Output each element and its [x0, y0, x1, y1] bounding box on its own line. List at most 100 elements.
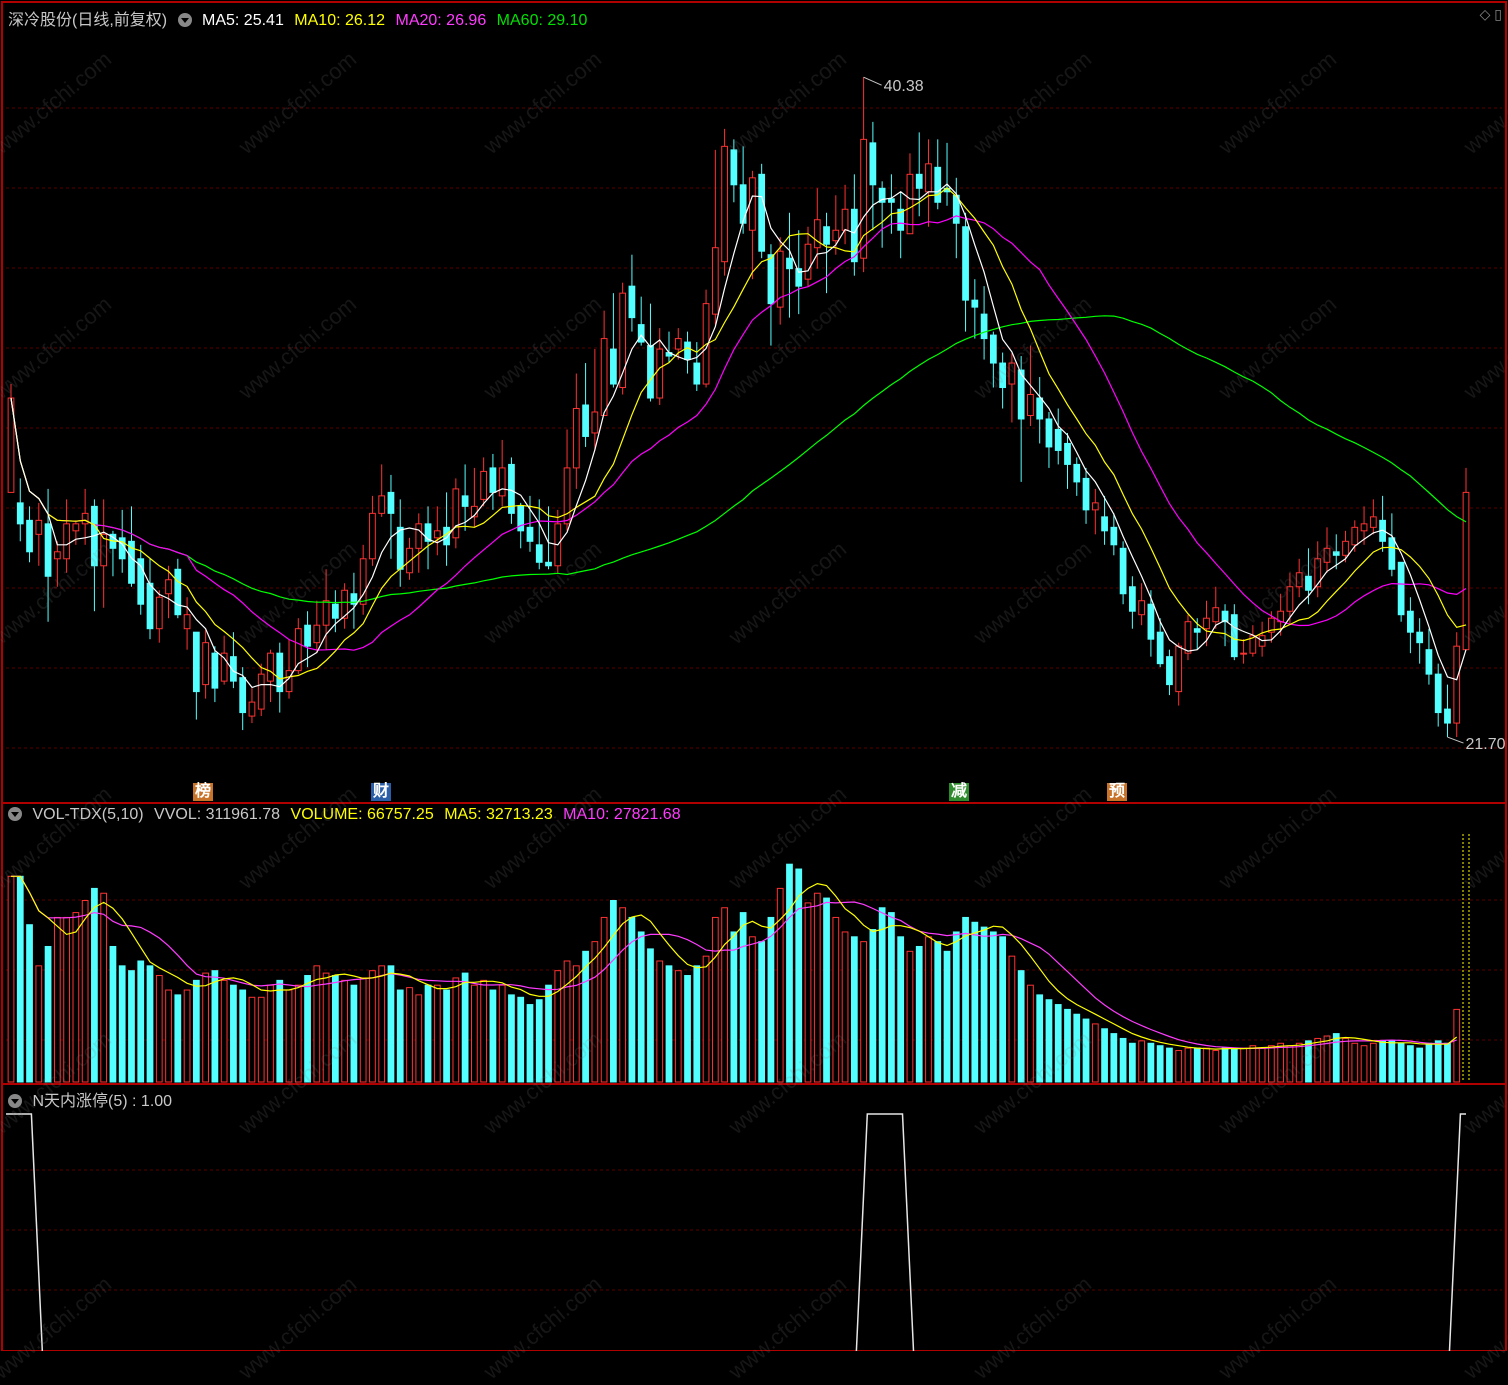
candle-down — [535, 544, 543, 563]
dropdown-icon[interactable] — [8, 1094, 22, 1108]
volume-bar-down — [26, 924, 33, 1083]
candle-down — [1397, 561, 1405, 616]
candle-up — [832, 229, 840, 242]
volume-bar-up — [1240, 1047, 1247, 1083]
candle-down — [693, 362, 701, 385]
volume-bar-up — [72, 912, 80, 1083]
volume-bar-down — [239, 989, 247, 1083]
candle-down — [304, 624, 311, 647]
volume-bar-up — [572, 965, 580, 1083]
volume-bar-down — [1082, 1018, 1090, 1083]
volume-bar-down — [1434, 1040, 1442, 1083]
candle-up — [591, 411, 599, 434]
candle-down — [1230, 614, 1238, 658]
volume-bar-up — [804, 902, 812, 1083]
candle-up — [1462, 491, 1470, 651]
volume-bar-down — [730, 931, 738, 1083]
diamond-icon[interactable]: ◇ — [1480, 6, 1491, 22]
candle-down — [1425, 649, 1433, 675]
volume-bar-up — [1295, 1042, 1303, 1083]
candle-up — [313, 624, 321, 644]
candle-up — [656, 348, 664, 399]
tag-bang[interactable]: 榜 — [193, 783, 214, 801]
candle-up — [248, 701, 256, 717]
volume-bar-down — [795, 868, 803, 1083]
candle-down — [174, 568, 182, 616]
candle-down — [1054, 428, 1062, 451]
candle-up — [378, 495, 386, 514]
candle-down — [146, 582, 154, 630]
tag-cai[interactable]: 财 — [371, 783, 392, 801]
candle-down — [1147, 603, 1155, 640]
volume-bar-down — [1119, 1037, 1127, 1083]
candle-up — [322, 600, 330, 626]
volume-bar-down — [1054, 1004, 1062, 1083]
volume-bar-up — [406, 987, 413, 1083]
volume-bar-up — [1351, 1042, 1359, 1083]
candle-up — [183, 614, 191, 630]
volume-bar-down — [739, 912, 747, 1083]
volume-bar-down — [146, 965, 154, 1083]
volume-bar-down — [174, 994, 182, 1083]
volume-bar-down — [16, 875, 24, 1083]
indicator-name: N天内涨停(5) — [32, 1093, 128, 1110]
volume-bar-up — [369, 970, 376, 1083]
volume-bar-down — [545, 984, 552, 1083]
volume-bar-up — [832, 916, 840, 1083]
candle-up — [452, 488, 460, 539]
candle-down — [1332, 551, 1340, 556]
volume-bar-up — [563, 960, 571, 1083]
volume-bar-down — [1017, 970, 1025, 1083]
volume-bar-down — [980, 926, 988, 1083]
candle-down — [1045, 418, 1053, 448]
volume-bar-down — [91, 887, 98, 1083]
limit-up-indicator-line — [6, 1113, 1466, 1351]
volume-bar-up — [378, 965, 386, 1083]
candle-up — [1295, 572, 1303, 588]
volume-bar-up — [1360, 1045, 1368, 1083]
volume-bar-up — [471, 984, 478, 1083]
candle-down — [1444, 708, 1451, 724]
volume-bar-up — [480, 979, 488, 1083]
volume-bar-up — [1277, 1042, 1285, 1083]
tag-yu[interactable]: 预 — [1107, 783, 1128, 801]
candle-up — [1184, 621, 1192, 654]
volume-bar-up — [1212, 1050, 1220, 1083]
candle-down — [962, 226, 969, 301]
volume-bar-down — [1444, 1042, 1451, 1083]
volume-bar-down — [1230, 1047, 1238, 1083]
candle-up — [925, 163, 932, 193]
volume-bar-down — [1036, 994, 1044, 1083]
candle-down — [869, 142, 877, 186]
candle-up — [480, 470, 488, 500]
volume-bar-up — [813, 892, 821, 1083]
ma20-line — [10, 215, 1467, 651]
dropdown-icon[interactable] — [177, 13, 192, 27]
volume-bar-up — [100, 892, 108, 1083]
candle-up — [1138, 600, 1146, 616]
volume-bar-up — [1453, 1008, 1461, 1083]
volume-bar-up — [322, 972, 330, 1083]
volume-bar-up — [155, 975, 163, 1083]
tag-jian[interactable]: 减 — [949, 783, 970, 801]
low-price-label: 21.70 — [1465, 736, 1505, 753]
volume-bar-up — [1286, 1045, 1294, 1083]
candle-down — [1407, 610, 1414, 633]
volume-bar-up — [202, 972, 209, 1083]
expand-icon[interactable]: ▯ — [1494, 6, 1502, 22]
volume-bar-up — [749, 936, 756, 1083]
candle-down — [387, 491, 395, 514]
candle-down — [1305, 575, 1312, 591]
volume-bar-up — [35, 965, 43, 1083]
volume-bar-down — [489, 989, 497, 1083]
dropdown-icon[interactable] — [8, 807, 22, 821]
volume-bar-up — [1258, 1047, 1266, 1083]
candle-up — [155, 596, 163, 630]
volume-bar-up — [53, 916, 61, 1083]
ma10-line — [10, 187, 1467, 680]
candle-down — [888, 198, 895, 203]
volume-bar-up — [63, 916, 70, 1083]
volume-bar-up — [1268, 1045, 1275, 1083]
volume-bar-down — [387, 965, 395, 1083]
candle-up — [72, 523, 80, 532]
